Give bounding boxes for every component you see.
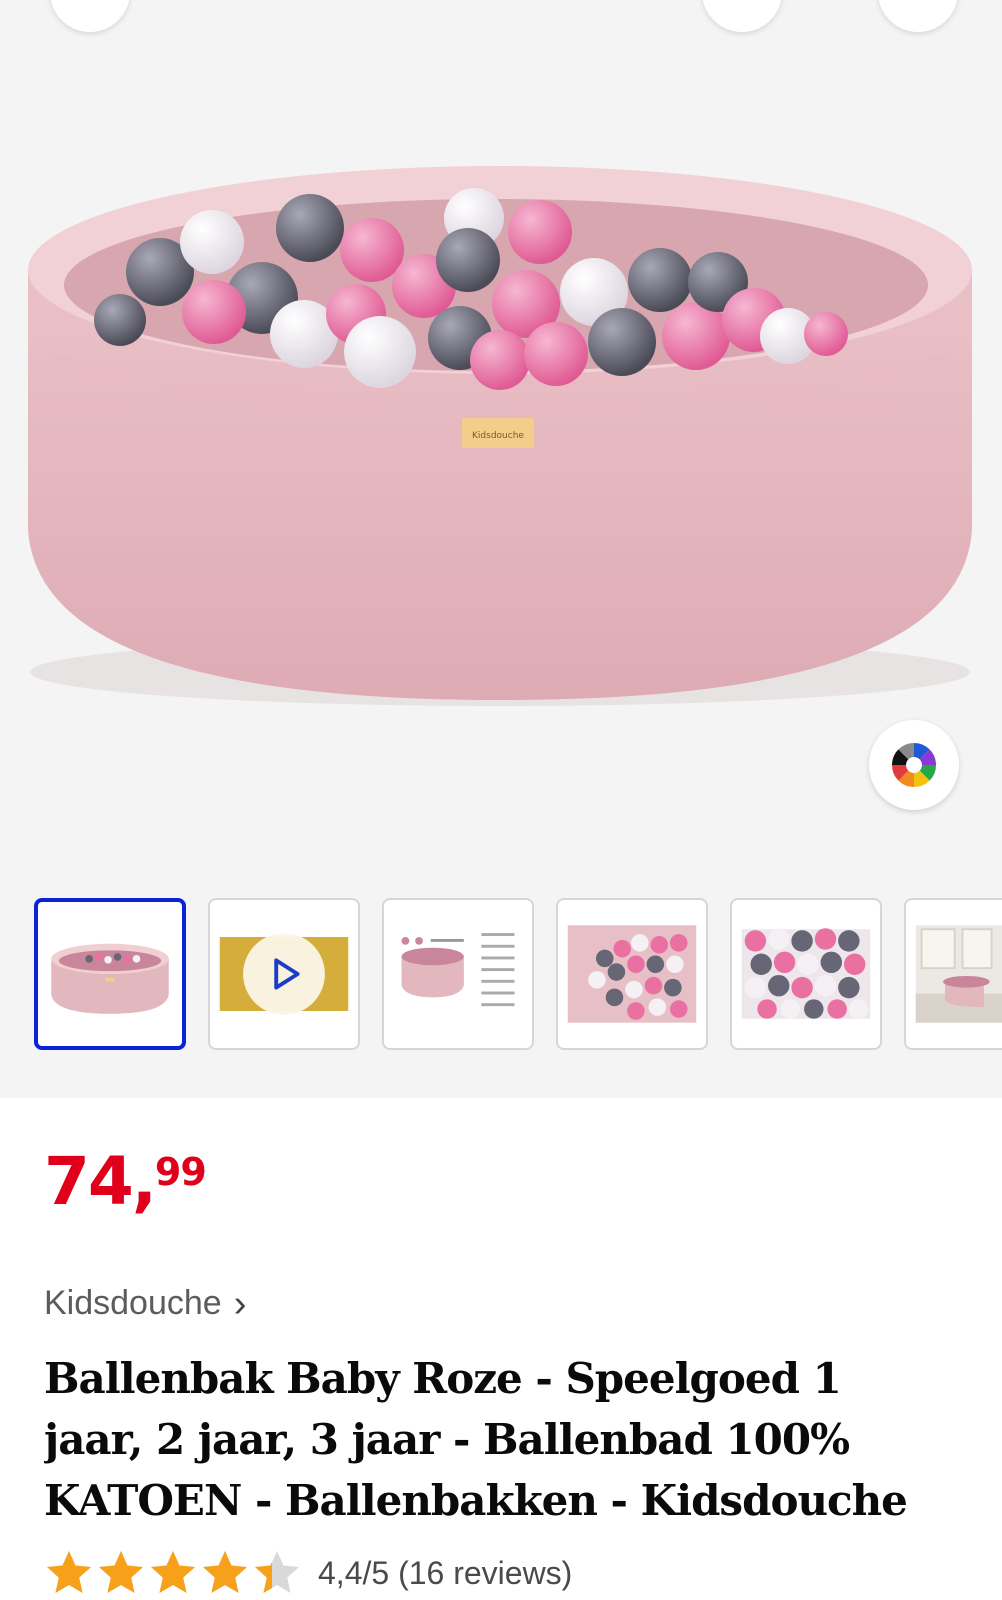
thumbnail-1[interactable] xyxy=(34,898,186,1050)
thumbnail-video[interactable] xyxy=(208,898,360,1050)
rating-stars xyxy=(44,1548,302,1598)
brand-link[interactable]: Kidsdouche › xyxy=(44,1284,246,1323)
color-wheel-icon xyxy=(891,742,937,788)
brand-label-text: Kidsdouche xyxy=(472,431,524,441)
back-button[interactable] xyxy=(50,0,130,32)
price-cents: 99 xyxy=(154,1150,207,1194)
thumbnail-strip xyxy=(0,898,1002,1054)
favorite-button[interactable] xyxy=(878,0,958,32)
rating[interactable]: 4,4/5 (16 reviews) xyxy=(44,1548,572,1598)
price-whole: 74, xyxy=(44,1143,157,1220)
color-options-button[interactable] xyxy=(869,720,959,810)
thumbnail-room[interactable] xyxy=(904,898,1002,1050)
star-icon xyxy=(99,1551,143,1593)
star-icon xyxy=(47,1551,91,1593)
product-gallery: Kidsdouche xyxy=(0,0,1002,1098)
share-button[interactable] xyxy=(702,0,782,32)
rating-text: 4,4/5 (16 reviews) xyxy=(318,1554,573,1591)
price: 74,99 xyxy=(44,1142,207,1222)
star-icon xyxy=(151,1551,195,1593)
product-title: Ballenbak Baby Roze - Speelgoed 1 jaar, … xyxy=(44,1354,908,1525)
main-product-image[interactable]: Kidsdouche xyxy=(0,60,1002,720)
brand-name: Kidsdouche xyxy=(44,1284,222,1322)
star-icon xyxy=(203,1551,247,1593)
star-icon xyxy=(255,1551,299,1593)
thumbnail-balls-topdown[interactable] xyxy=(730,898,882,1050)
chevron-right-icon: › xyxy=(233,1282,247,1325)
thumbnail-infographic[interactable] xyxy=(382,898,534,1050)
thumbnail-balls-closeup[interactable] xyxy=(556,898,708,1050)
